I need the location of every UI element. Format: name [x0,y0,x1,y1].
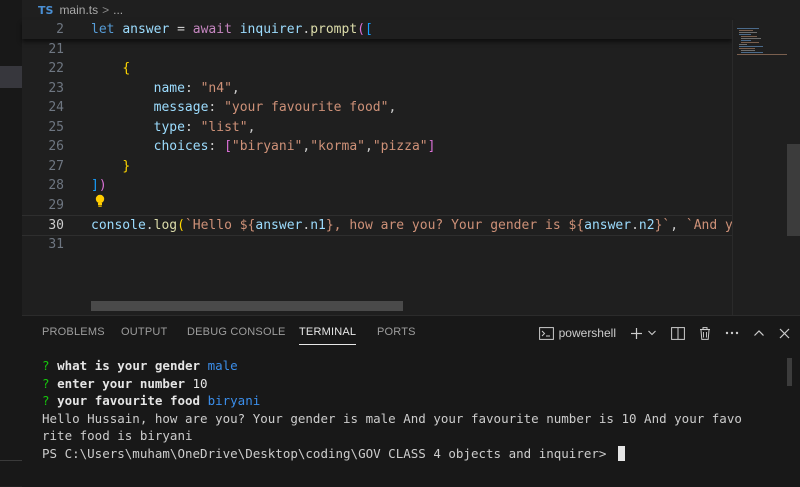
code-line[interactable]: 29 [22,196,732,215]
more-actions-button[interactable] [725,331,739,335]
terminal-cursor [617,445,625,461]
line-number: 28 [48,178,64,193]
chevron-up-icon [754,330,764,336]
code-line[interactable]: 24 message: "your favourite food", [22,98,732,117]
split-icon [671,326,685,340]
split-terminal-button[interactable] [671,326,685,340]
kill-terminal-button[interactable] [699,326,711,340]
breadcrumb-file[interactable]: main.ts [59,3,98,17]
code-line[interactable]: 28]) [22,176,732,195]
code-line[interactable]: 27 } [22,157,732,176]
code-line[interactable]: 22 { [22,59,732,78]
terminal-line: PS C:\Users\muham\OneDrive\Desktop\codin… [42,445,792,463]
code-line[interactable]: 23 name: "n4", [22,79,732,98]
bottom-panel: PROBLEMS OUTPUT DEBUG CONSOLE TERMINAL P… [22,315,800,487]
tab-terminal[interactable]: TERMINAL [299,326,357,345]
activity-strip-divider [0,460,22,461]
line-number: 27 [48,158,64,174]
code-line[interactable]: 2 let answer = await inquirer.prompt([ [22,20,732,39]
code-text: message: "your favourite food", [153,100,397,115]
code-text: let answer = await inquirer.prompt([ [91,22,373,37]
terminal-line: rite food is biryani [42,428,193,443]
new-terminal-button[interactable] [630,327,657,340]
code-text: choices: ["biryani","korma","pizza"] [153,139,436,154]
trash-icon [700,326,710,340]
line-number: 25 [48,119,64,135]
terminal-output[interactable]: ? what is your gender male ? enter your n… [42,357,792,462]
breadcrumb-more[interactable]: ... [113,3,123,17]
code-line[interactable]: 21 [22,40,732,59]
breadcrumb: TS main.ts > ... [22,0,800,20]
close-panel-button[interactable] [779,328,790,339]
code-text: type: "list", [153,119,256,135]
lightbulb-icon[interactable] [95,194,105,208]
terminal-scrollbar[interactable] [787,358,792,386]
terminal-actions: powershell [532,322,800,344]
line-number: 31 [48,236,64,252]
code-line[interactable]: 26 choices: ["biryani","korma","pizza"] [22,137,732,156]
code-line[interactable]: 30 console.log(`Hello ${answer.n1}, how a… [22,215,733,236]
terminal-line: ? enter your number 10 [42,375,208,391]
breadcrumb-separator: > [102,3,110,17]
editor-horizontal-scrollbar[interactable] [91,301,403,311]
panel-tabs: PROBLEMS OUTPUT DEBUG CONSOLE TERMINAL P… [22,316,800,350]
plus-icon [631,327,642,339]
code-text: { [122,61,131,76]
code-text: ]) [91,178,107,193]
close-icon [779,328,790,338]
code-line[interactable]: 25 type: "list", [22,118,732,137]
code-text: name: "n4", [153,80,240,96]
terminal-line: Hello Hussain, how are you? Your gender … [42,410,742,426]
scrollbar-thumb[interactable] [787,144,800,236]
line-number: 29 [48,197,64,213]
terminal-line: ? your favourite food biryani [42,393,261,408]
tab-problems[interactable]: PROBLEMS [42,326,105,338]
terminal-shell-selector[interactable]: powershell [538,326,616,340]
code-text: console.log(`Hello ${answer.n1}, how are… [91,218,733,233]
activity-strip [0,0,23,486]
typescript-file-icon: TS [38,3,54,17]
line-number: 21 [48,41,64,57]
activity-strip-highlight [0,66,22,88]
line-number: 23 [48,80,64,96]
code-editor[interactable]: 2 let answer = await inquirer.prompt([ 21 2… [22,20,733,315]
ellipsis-icon [725,331,739,335]
maximize-panel-button[interactable] [753,329,765,337]
shell-label: powershell [558,326,616,340]
line-number: 22 [48,61,64,76]
code-text: } [122,158,131,174]
editor-vertical-scrollbar[interactable] [787,20,800,315]
minimap[interactable] [732,20,788,315]
line-number: 24 [48,100,64,115]
tab-ports[interactable]: PORTS [377,326,416,338]
chevron-down-icon[interactable] [647,329,657,337]
tab-output[interactable]: OUTPUT [121,326,167,338]
line-number: 26 [48,139,64,154]
tab-debug-console[interactable]: DEBUG CONSOLE [187,326,286,338]
line-number: 2 [56,22,64,37]
line-number: 30 [48,218,64,233]
terminal-line: ? what is your gender male [42,358,238,373]
code-line[interactable]: 31 [22,235,732,254]
terminal-icon [538,326,554,340]
